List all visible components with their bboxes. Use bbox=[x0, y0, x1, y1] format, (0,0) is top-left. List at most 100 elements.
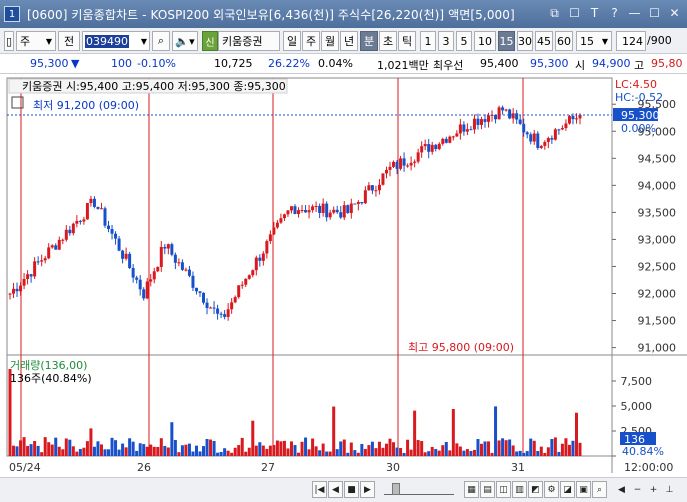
stop-icon[interactable]: ■ bbox=[344, 481, 359, 498]
export-icon[interactable]: ◪ bbox=[560, 481, 575, 498]
candle-body bbox=[550, 138, 554, 140]
candle-body bbox=[254, 257, 258, 271]
volume-bar bbox=[483, 441, 487, 456]
period-button[interactable]: 분 bbox=[360, 31, 378, 51]
candle-body bbox=[8, 293, 12, 295]
volume-bar bbox=[455, 443, 459, 456]
candle-body bbox=[251, 270, 255, 276]
stock-code-input[interactable]: 039490 ▼ bbox=[82, 31, 150, 51]
period-button[interactable]: 월 bbox=[321, 31, 339, 51]
minimize-icon[interactable]: — bbox=[626, 5, 643, 21]
interval-button[interactable]: 60 bbox=[555, 31, 573, 51]
candle-body bbox=[212, 307, 216, 309]
interval-select-value: 15 bbox=[580, 34, 594, 48]
chart-area[interactable]: 95,500 95,000 94,500 94,000 93,500 93,000 92,5… bbox=[0, 75, 687, 477]
zoom-out-icon[interactable]: − bbox=[630, 481, 645, 498]
layout-view-icon[interactable]: ◫ bbox=[496, 481, 511, 498]
interval-button[interactable]: 45 bbox=[535, 31, 553, 51]
close-icon[interactable]: ✕ bbox=[666, 5, 683, 21]
volume-bar bbox=[103, 449, 107, 456]
interval-button[interactable]: 1 bbox=[420, 31, 436, 51]
scroll-prev-icon[interactable]: ◀ bbox=[328, 481, 343, 498]
grid-view-icon[interactable]: ▦ bbox=[464, 481, 479, 498]
volume-bar bbox=[395, 447, 399, 456]
volume-bar bbox=[152, 446, 156, 456]
table-view-icon[interactable]: ▤ bbox=[480, 481, 495, 498]
interval-button[interactable]: 15 bbox=[498, 31, 515, 51]
period-button[interactable]: 일 bbox=[283, 31, 301, 51]
scroll-first-icon[interactable]: |◀ bbox=[312, 481, 327, 498]
candle-body bbox=[244, 278, 248, 285]
zoom-slider[interactable] bbox=[384, 483, 454, 495]
candle-body bbox=[522, 123, 526, 133]
scroll-next-icon[interactable]: ▶ bbox=[360, 481, 375, 498]
candle-body bbox=[237, 285, 241, 298]
price-axis-label: 92,500 bbox=[638, 260, 677, 273]
volume-bar bbox=[22, 437, 26, 456]
candle-body bbox=[539, 145, 543, 148]
candle-body bbox=[455, 133, 459, 137]
volume-bar bbox=[117, 449, 121, 456]
search-icon[interactable]: ⌕ bbox=[592, 481, 607, 498]
period-button[interactable]: 틱 bbox=[398, 31, 416, 51]
count-input[interactable]: 124 bbox=[616, 31, 646, 51]
pin-icon[interactable]: ☐ bbox=[566, 5, 583, 21]
interval-button[interactable]: 5 bbox=[456, 31, 472, 51]
volume-bar bbox=[353, 450, 357, 456]
market-select[interactable]: 전 bbox=[58, 31, 80, 51]
line-chart-icon[interactable]: ◩ bbox=[528, 481, 543, 498]
zoom-slider-handle[interactable] bbox=[392, 483, 400, 495]
type-select[interactable]: 주 ▼ bbox=[16, 31, 56, 51]
font-icon[interactable]: T bbox=[586, 5, 603, 21]
volume-bar bbox=[209, 439, 213, 456]
candle-body bbox=[335, 209, 339, 213]
volume-bar bbox=[392, 442, 396, 456]
volume-bar bbox=[251, 420, 255, 456]
period-button[interactable]: 주 bbox=[302, 31, 320, 51]
print-icon[interactable]: ▣ bbox=[576, 481, 591, 498]
candle-body bbox=[487, 115, 491, 122]
scroll-back-icon[interactable]: ◀ bbox=[614, 481, 629, 498]
window-icon[interactable]: ⧉ bbox=[546, 5, 563, 21]
interval-button[interactable]: 10 bbox=[474, 31, 496, 51]
candle-body bbox=[261, 253, 265, 261]
candle-body bbox=[353, 203, 357, 205]
interval-button[interactable]: 30 bbox=[517, 31, 533, 51]
candle-body bbox=[388, 166, 392, 170]
interval-button[interactable]: 3 bbox=[438, 31, 454, 51]
volume-bar bbox=[12, 445, 16, 456]
stock-name-field[interactable]: 키움증권 bbox=[218, 31, 280, 51]
speaker-icon[interactable]: 🔈▾ bbox=[172, 31, 198, 51]
volume-bar bbox=[427, 451, 431, 456]
interval-select[interactable]: 15 ▼ bbox=[576, 31, 612, 51]
period-button[interactable]: 초 bbox=[379, 31, 397, 51]
bar-chart-icon[interactable]: ▥ bbox=[512, 481, 527, 498]
volume-bar bbox=[124, 447, 128, 456]
volume-bar bbox=[237, 445, 241, 456]
zoom-in-icon[interactable]: + bbox=[646, 481, 661, 498]
volume-bar bbox=[33, 440, 37, 456]
volume-bar bbox=[325, 451, 329, 456]
search-icon[interactable]: ⌕ bbox=[152, 31, 170, 51]
volume-bar bbox=[472, 449, 476, 456]
period-button[interactable]: 년 bbox=[340, 31, 358, 51]
volume-bar bbox=[191, 451, 195, 456]
candle-body bbox=[240, 284, 244, 286]
volume-bar bbox=[532, 440, 536, 456]
layout-toggle-icon[interactable]: ▯ bbox=[4, 31, 14, 51]
volume-bar bbox=[99, 444, 103, 456]
volume-bar bbox=[223, 448, 227, 456]
scroll-end-icon[interactable]: ⊥ bbox=[662, 481, 677, 498]
volume-bar bbox=[61, 449, 65, 456]
settings-icon[interactable]: ⚙ bbox=[544, 481, 559, 498]
volume-bar bbox=[163, 445, 167, 456]
turnover-percent: 26.22% bbox=[268, 57, 310, 70]
volume-bar bbox=[479, 443, 483, 456]
chart-svg[interactable]: 95,50095,00094,50094,00093,50093,00092,5… bbox=[0, 75, 687, 477]
amount-value: 1,021백만 bbox=[377, 59, 429, 72]
volume-bar bbox=[501, 438, 505, 456]
maximize-icon[interactable]: ☐ bbox=[646, 5, 663, 21]
volume-bar bbox=[216, 452, 220, 456]
help-icon[interactable]: ? bbox=[606, 5, 623, 21]
price-bar: 95,300 ▼ 100 -0.10% 10,725 26.22% 0.04% … bbox=[0, 54, 687, 74]
